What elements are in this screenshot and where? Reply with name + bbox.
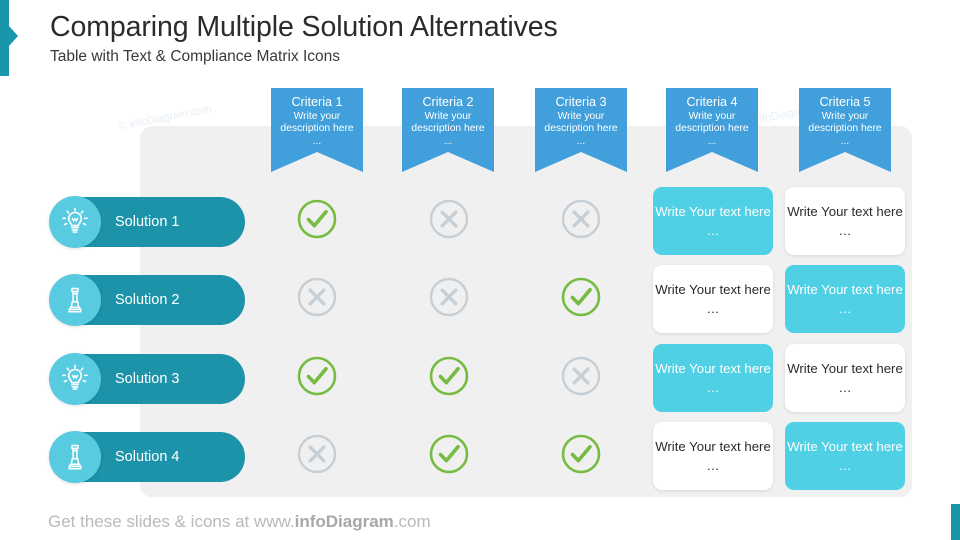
solution-row-4[interactable]: Solution 4 — [49, 431, 245, 483]
text-cell-label: Write Your text here … — [787, 361, 903, 395]
check-circle-glyph — [297, 199, 337, 239]
solution-label: Solution 4 — [115, 449, 180, 465]
text-cell-label: Write Your text here … — [655, 439, 771, 473]
text-cell-label: Write Your text here … — [655, 282, 771, 316]
criteria-banner: Criteria 1 Write your description here... — [271, 88, 363, 172]
criteria-title: Criteria 5 — [819, 95, 871, 109]
chess-pawn-icon — [49, 274, 101, 326]
cross-circle-glyph — [429, 277, 469, 317]
text-cell-r1-c1[interactable]: Write Your text here … — [653, 187, 773, 255]
text-cell-r4-c2[interactable]: Write Your text here … — [785, 422, 905, 490]
text-cell-r2-c2[interactable]: Write Your text here … — [785, 265, 905, 333]
footer-prefix: Get these slides & icons at www. — [48, 512, 295, 531]
check-circle-glyph — [297, 356, 337, 396]
text-cell-label: Write Your text here … — [787, 282, 903, 316]
cross-circle-glyph — [429, 199, 469, 239]
lightbulb-glyph — [62, 207, 88, 233]
criteria-header-4[interactable]: Criteria 4 Write your description here... — [666, 88, 758, 178]
criteria-description: Write your description here — [411, 111, 485, 135]
criteria-banner: Criteria 2 Write your description here... — [402, 88, 494, 172]
solution-row-2[interactable]: Solution 2 — [49, 274, 245, 326]
solution-row-3[interactable]: Solution 3 — [49, 353, 245, 405]
criteria-ellipsis: ... — [443, 135, 453, 147]
cross-circle-glyph — [561, 356, 601, 396]
criteria-banner: Criteria 4 Write your description here... — [666, 88, 758, 172]
check-icon[interactable] — [560, 433, 602, 475]
criteria-title: Criteria 4 — [686, 95, 738, 109]
text-cell-label: Write Your text here … — [655, 361, 771, 395]
criteria-header-2[interactable]: Criteria 2 Write your description here... — [402, 88, 494, 178]
solution-row-1[interactable]: Solution 1 — [49, 196, 245, 248]
criteria-ellipsis: ... — [707, 135, 717, 147]
text-cell-r2-c1[interactable]: Write Your text here … — [653, 265, 773, 333]
footer-suffix: .com — [393, 512, 431, 531]
page-title: Comparing Multiple Solution Alternatives — [50, 11, 558, 43]
criteria-title: Criteria 1 — [291, 95, 343, 109]
criteria-description: Write your description here — [544, 111, 618, 135]
check-icon[interactable] — [560, 276, 602, 318]
page-subtitle: Table with Text & Compliance Matrix Icon… — [50, 48, 341, 65]
check-circle-glyph — [429, 434, 469, 474]
solution-label: Solution 1 — [115, 214, 180, 230]
footer-note: Get these slides & icons at www.infoDiag… — [48, 512, 431, 532]
cross-circle-glyph — [297, 434, 337, 474]
cross-icon[interactable] — [560, 198, 602, 240]
chess-pawn-icon — [49, 431, 101, 483]
criteria-ellipsis: ... — [312, 135, 322, 147]
criteria-banner: Criteria 5 Write your description here... — [799, 88, 891, 172]
criteria-header-5[interactable]: Criteria 5 Write your description here... — [799, 88, 891, 178]
criteria-description: Write your description here — [280, 111, 354, 135]
criteria-header-1[interactable]: Criteria 1 Write your description here... — [271, 88, 363, 178]
text-cell-r3-c1[interactable]: Write Your text here … — [653, 344, 773, 412]
cross-icon[interactable] — [296, 276, 338, 318]
text-cell-label: Write Your text here … — [787, 439, 903, 473]
lightbulb-icon — [49, 196, 101, 248]
criteria-banner: Criteria 3 Write your description here... — [535, 88, 627, 172]
cross-icon[interactable] — [428, 198, 470, 240]
text-cell-r4-c1[interactable]: Write Your text here … — [653, 422, 773, 490]
chess-pawn-glyph — [68, 444, 82, 470]
cross-circle-glyph — [561, 199, 601, 239]
chess-pawn-glyph — [68, 287, 82, 313]
criteria-ellipsis: ... — [840, 135, 850, 147]
slide-canvas: Comparing Multiple Solution Alternatives… — [0, 0, 960, 540]
check-circle-glyph — [561, 434, 601, 474]
left-accent-arrow-icon — [9, 26, 18, 46]
footer-brand: infoDiagram — [294, 512, 394, 531]
text-cell-r1-c2[interactable]: Write Your text here … — [785, 187, 905, 255]
bottom-right-accent-bar — [951, 504, 960, 540]
check-circle-glyph — [561, 277, 601, 317]
cross-circle-glyph — [297, 277, 337, 317]
check-icon[interactable] — [428, 355, 470, 397]
lightbulb-icon — [49, 353, 101, 405]
cross-icon[interactable] — [560, 355, 602, 397]
check-circle-glyph — [429, 356, 469, 396]
check-icon[interactable] — [296, 198, 338, 240]
criteria-description: Write your description here — [808, 111, 882, 135]
text-cell-label: Write Your text here … — [655, 204, 771, 238]
criteria-description: Write your description here — [675, 111, 749, 135]
cross-icon[interactable] — [296, 433, 338, 475]
cross-icon[interactable] — [428, 276, 470, 318]
criteria-title: Criteria 3 — [555, 95, 607, 109]
check-icon[interactable] — [428, 433, 470, 475]
criteria-title: Criteria 2 — [422, 95, 474, 109]
check-icon[interactable] — [296, 355, 338, 397]
left-accent-bar — [0, 0, 9, 76]
criteria-header-3[interactable]: Criteria 3 Write your description here... — [535, 88, 627, 178]
text-cell-label: Write Your text here … — [787, 204, 903, 238]
solution-label: Solution 3 — [115, 371, 180, 387]
text-cell-r3-c2[interactable]: Write Your text here … — [785, 344, 905, 412]
solution-label: Solution 2 — [115, 292, 180, 308]
criteria-ellipsis: ... — [576, 135, 586, 147]
lightbulb-glyph — [62, 364, 88, 390]
